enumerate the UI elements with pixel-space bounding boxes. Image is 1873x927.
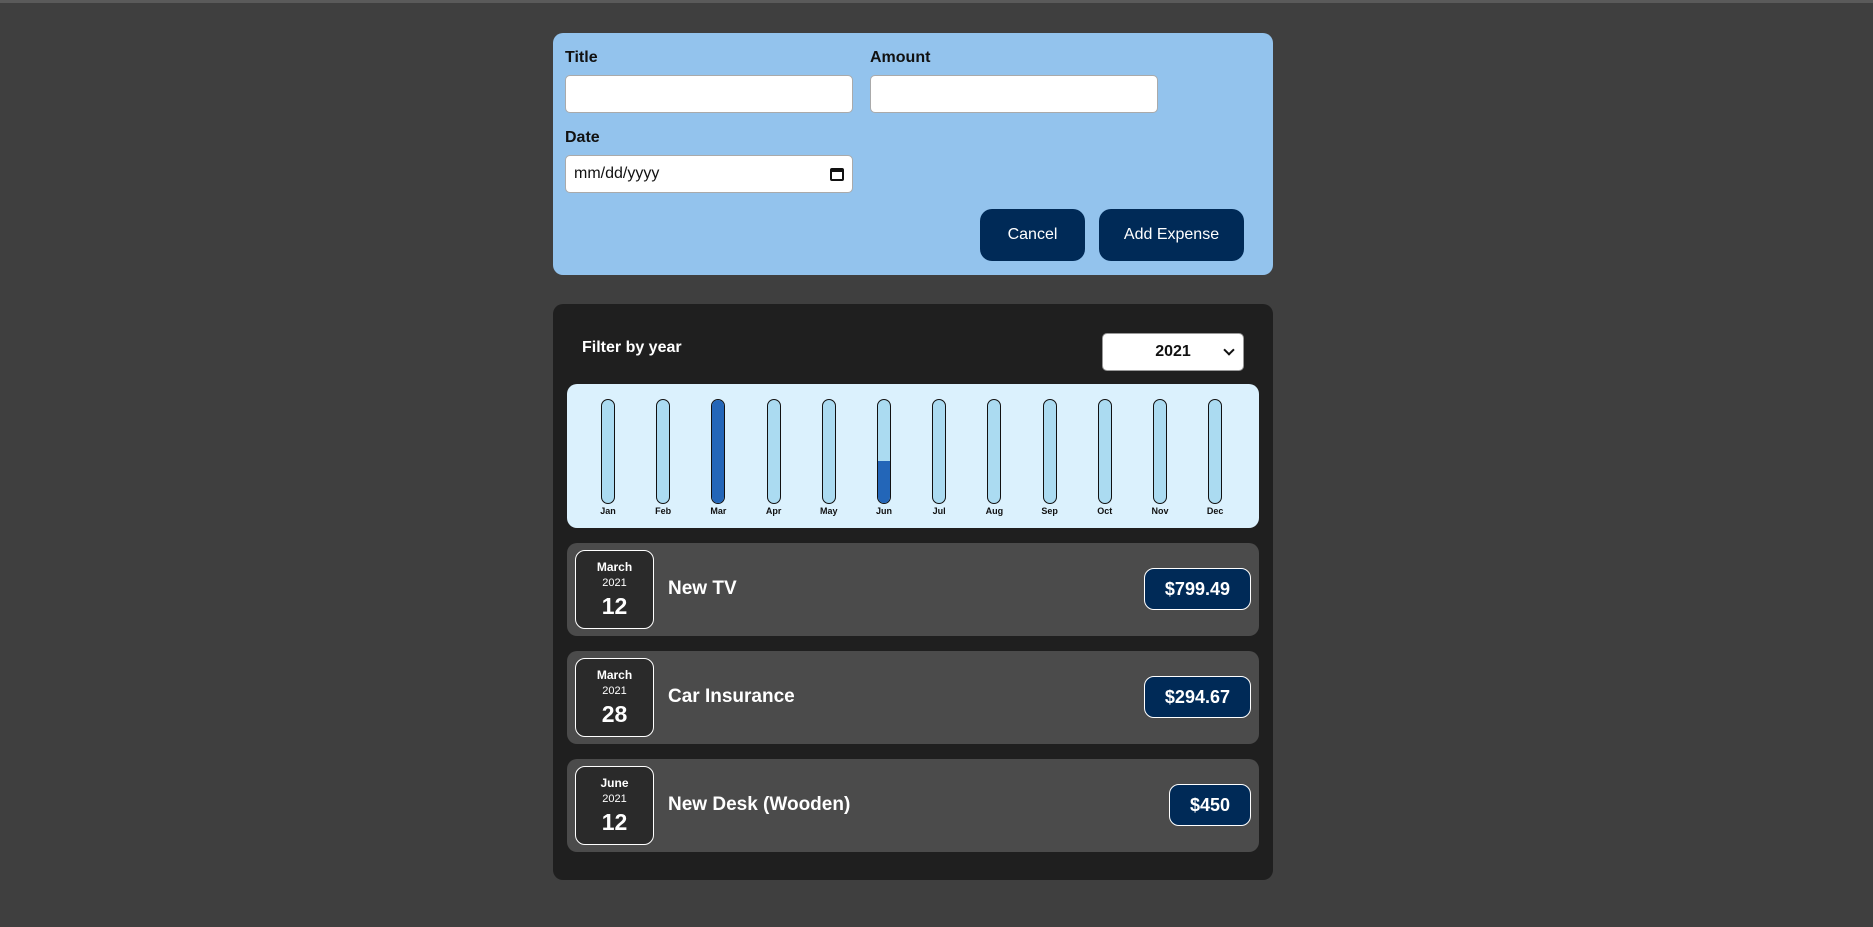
expense-item: March 2021 28 Car Insurance $294.67 xyxy=(567,651,1259,744)
expenses-chart: Jan Feb Mar Apr May Jun Jul Aug Sep Oct Nov Dec xyxy=(567,384,1259,528)
title-field: Title xyxy=(565,49,853,113)
chart-bar-label: Dec xyxy=(1206,506,1224,516)
chart-bar-fill xyxy=(712,400,725,503)
chart-bar-track xyxy=(1097,399,1112,504)
browser-top-border xyxy=(0,0,1873,3)
expense-day: 12 xyxy=(601,809,628,835)
year-select[interactable]: 2021 xyxy=(1102,333,1244,371)
amount-label: Amount xyxy=(870,49,931,66)
expenses-card: Filter by year 2021 Jan Feb Mar Apr May Jun Ju… xyxy=(553,304,1273,880)
chart-bar-label: Aug xyxy=(985,506,1004,516)
chart-bar-jan: Jan xyxy=(588,399,628,521)
chart-bar-track xyxy=(656,399,671,504)
chart-bar-label: May xyxy=(820,506,838,516)
chart-bar-track xyxy=(1042,399,1057,504)
date-label: Date xyxy=(565,129,600,146)
chart-bar-track xyxy=(711,399,726,504)
chart-bar-sep: Sep xyxy=(1030,399,1070,521)
expense-year: 2021 xyxy=(602,793,627,805)
expense-date: June 2021 12 xyxy=(575,766,654,845)
calendar-icon[interactable] xyxy=(830,167,844,181)
chart-bar-label: Apr xyxy=(765,506,782,516)
chart-bar-track xyxy=(987,399,1002,504)
chart-bar-label: Jan xyxy=(600,506,616,516)
chart-bar-label: Nov xyxy=(1151,506,1169,516)
new-expense-form: Title Amount Date mm/dd/yyyy Cancel Add … xyxy=(553,33,1273,275)
expense-title: New Desk (Wooden) xyxy=(668,794,851,815)
year-select-value: 2021 xyxy=(1155,343,1191,360)
chart-bar-fill xyxy=(878,460,890,503)
date-placeholder: mm/dd/yyyy xyxy=(574,165,660,182)
expense-title: New TV xyxy=(668,578,737,599)
chart-bar-feb: Feb xyxy=(643,399,683,521)
chart-bar-track xyxy=(1208,399,1223,504)
chart-bar-aug: Aug xyxy=(974,399,1014,521)
chart-bar-label: Mar xyxy=(710,506,727,516)
expense-year: 2021 xyxy=(602,577,627,589)
add-expense-button[interactable]: Add Expense xyxy=(1099,209,1244,261)
chart-bar-jul: Jul xyxy=(919,399,959,521)
chart-bar-nov: Nov xyxy=(1140,399,1180,521)
date-input[interactable]: mm/dd/yyyy xyxy=(565,155,853,193)
expense-item: June 2021 12 New Desk (Wooden) $450 xyxy=(567,759,1259,852)
expense-title: Car Insurance xyxy=(668,686,795,707)
amount-field: Amount xyxy=(870,49,1158,113)
expense-amount: $294.67 xyxy=(1143,676,1251,718)
chart-bar-may: May xyxy=(809,399,849,521)
expense-amount: $799.49 xyxy=(1143,568,1251,610)
chart-bar-track xyxy=(1153,399,1167,504)
chart-bar-label: Jun xyxy=(875,506,892,516)
expense-amount: $450 xyxy=(1168,784,1251,826)
title-input[interactable] xyxy=(565,75,853,113)
expense-month: March xyxy=(596,668,633,682)
expense-date: March 2021 12 xyxy=(575,550,654,629)
expense-month: March xyxy=(596,560,633,574)
expense-day: 12 xyxy=(601,593,628,619)
chevron-down-icon xyxy=(1223,344,1235,356)
chart-bar-track xyxy=(821,399,836,504)
chart-bar-label: Feb xyxy=(655,506,672,516)
expense-year: 2021 xyxy=(602,685,627,697)
chart-bar-label: Jul xyxy=(932,506,946,516)
chart-bar-track xyxy=(601,399,615,504)
chart-bar-dec: Dec xyxy=(1195,399,1235,521)
chart-bar-label: Sep xyxy=(1041,506,1058,516)
chart-bar-jun: Jun xyxy=(864,399,904,521)
chart-bar-track xyxy=(766,399,781,504)
chart-bar-mar: Mar xyxy=(698,399,738,521)
date-field: Date mm/dd/yyyy xyxy=(565,129,853,193)
filter-label: Filter by year xyxy=(582,339,682,356)
chart-bar-oct: Oct xyxy=(1085,399,1125,521)
cancel-button[interactable]: Cancel xyxy=(980,209,1085,261)
expense-item: March 2021 12 New TV $799.49 xyxy=(567,543,1259,636)
amount-input[interactable] xyxy=(870,75,1158,113)
chart-bar-label: Oct xyxy=(1097,506,1113,516)
chart-bar-track xyxy=(932,399,947,504)
expense-month: June xyxy=(600,776,629,790)
title-label: Title xyxy=(565,49,598,66)
expense-date: March 2021 28 xyxy=(575,658,654,737)
chart-bar-track xyxy=(877,399,891,504)
chart-bar-apr: Apr xyxy=(754,399,794,521)
expense-day: 28 xyxy=(601,701,628,727)
